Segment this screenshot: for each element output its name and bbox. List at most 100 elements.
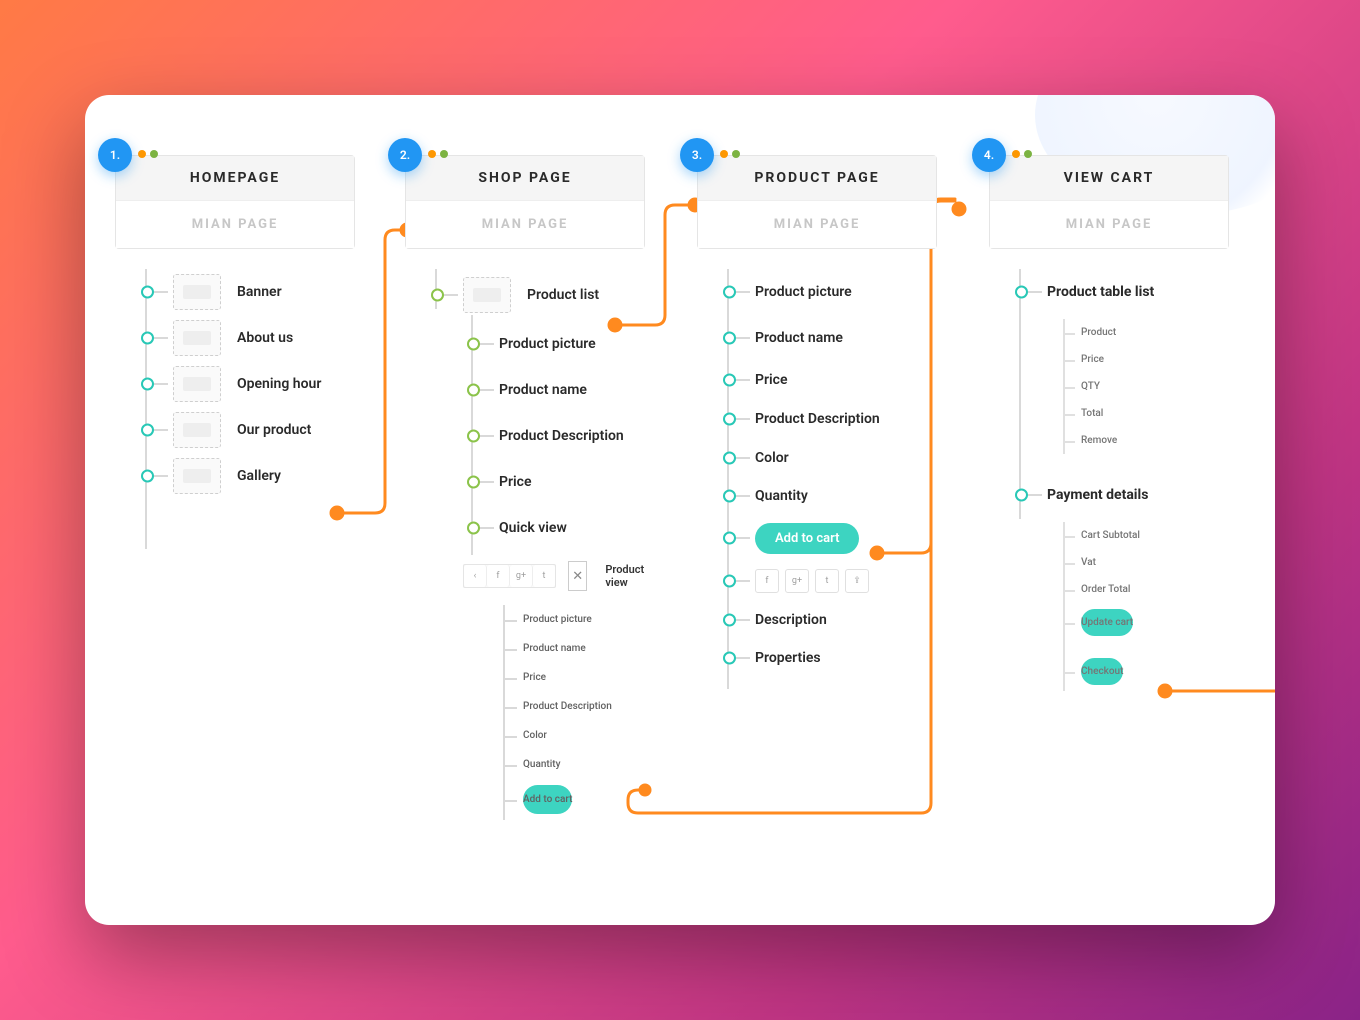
- item-label: Color: [755, 450, 789, 466]
- item-color[interactable]: Color: [697, 439, 937, 477]
- qv-item: Color: [523, 721, 645, 750]
- card-subtitle: MIAN PAGE: [990, 200, 1228, 248]
- thumb-icon: [173, 274, 221, 310]
- cart-list: Product table list Product Price QTY Tot…: [989, 269, 1229, 691]
- header-dots: [1012, 150, 1032, 158]
- item-quantity[interactable]: Quantity: [697, 477, 937, 515]
- step-badge: 3.: [680, 138, 714, 172]
- qv-item: Price: [523, 663, 645, 692]
- card-homepage[interactable]: 1. HOMEPAGE MIAN PAGE: [115, 155, 355, 249]
- thumb-icon: [463, 277, 511, 313]
- item-label: Properties: [755, 650, 821, 666]
- step-badge: 4.: [972, 138, 1006, 172]
- item-product-list[interactable]: Product list: [405, 269, 645, 321]
- item-gallery[interactable]: Gallery: [115, 453, 355, 499]
- item-label: Price: [499, 474, 532, 490]
- thumb-icon: [173, 366, 221, 402]
- google-plus-icon[interactable]: g+: [510, 565, 533, 587]
- section-product-table[interactable]: Product table list: [989, 269, 1229, 315]
- close-icon[interactable]: ✕: [568, 561, 587, 591]
- item-product-picture[interactable]: Product picture: [697, 269, 937, 315]
- item-add-to-cart: Add to cart: [697, 515, 937, 561]
- item-label: Quantity: [755, 488, 808, 504]
- item-label: Product Description: [755, 411, 880, 427]
- item-our-product[interactable]: Our product: [115, 407, 355, 453]
- item-product-name[interactable]: Product name: [441, 367, 645, 413]
- card-title: PRODUCT PAGE: [698, 156, 936, 200]
- qv-item: Product Description: [523, 692, 645, 721]
- card-shop[interactable]: 2. SHOP PAGE MIAN PAGE: [405, 155, 645, 249]
- item-label: Product name: [499, 382, 587, 398]
- pay-subtotal: Cart Subtotal: [1081, 522, 1229, 549]
- quickview-title: Product view: [605, 563, 645, 589]
- item-product-desc[interactable]: Product Description: [697, 399, 937, 439]
- table-columns: Product Price QTY Total Remove: [1063, 319, 1229, 454]
- item-label: About us: [237, 330, 293, 346]
- twitter-icon[interactable]: t: [533, 565, 555, 587]
- thumb-icon: [173, 458, 221, 494]
- pay-order-total: Order Total: [1081, 576, 1229, 603]
- payment-details: Cart Subtotal Vat Order Total Update car…: [1063, 522, 1229, 691]
- col-qty: QTY: [1081, 373, 1229, 400]
- facebook-icon[interactable]: f: [487, 565, 510, 587]
- col-total: Total: [1081, 400, 1229, 427]
- item-label: Quick view: [499, 520, 567, 536]
- step-badge: 1.: [98, 138, 132, 172]
- item-properties[interactable]: Properties: [697, 639, 937, 677]
- social-strip: ‹ f g+ t: [463, 564, 556, 588]
- add-to-cart-button[interactable]: Add to cart: [755, 523, 859, 554]
- card-title: HOMEPAGE: [116, 156, 354, 200]
- step-badge: 2.: [388, 138, 422, 172]
- card-subtitle: MIAN PAGE: [406, 200, 644, 248]
- section-label: Payment details: [1047, 487, 1148, 503]
- col-price: Price: [1081, 346, 1229, 373]
- share-icon[interactable]: ⇪: [845, 569, 869, 593]
- column-product: 3. PRODUCT PAGE MIAN PAGE Product pictur…: [697, 155, 937, 677]
- twitter-icon[interactable]: t: [815, 569, 839, 593]
- card-cart[interactable]: 4. VIEW CART MIAN PAGE: [989, 155, 1229, 249]
- column-shop: 2. SHOP PAGE MIAN PAGE Product list Prod…: [405, 155, 645, 820]
- section-label: Product table list: [1047, 284, 1154, 300]
- item-about[interactable]: About us: [115, 315, 355, 361]
- item-quick-view[interactable]: Quick view: [441, 505, 645, 551]
- card-title: SHOP PAGE: [406, 156, 644, 200]
- item-product-picture[interactable]: Product picture: [441, 321, 645, 367]
- diagram-canvas: 1. HOMEPAGE MIAN PAGE Banner About us Op…: [85, 95, 1275, 925]
- qv-item: Product name: [523, 634, 645, 663]
- header-dots: [138, 150, 158, 158]
- product-list: Product picture Product name Price Produ…: [697, 269, 937, 677]
- item-price[interactable]: Price: [697, 361, 937, 399]
- pay-vat: Vat: [1081, 549, 1229, 576]
- col-remove: Remove: [1081, 427, 1229, 454]
- column-homepage: 1. HOMEPAGE MIAN PAGE Banner About us Op…: [115, 155, 355, 499]
- facebook-icon[interactable]: f: [755, 569, 779, 593]
- card-subtitle: MIAN PAGE: [698, 200, 936, 248]
- item-product-desc[interactable]: Product Description: [441, 413, 645, 459]
- item-banner[interactable]: Banner: [115, 269, 355, 315]
- item-description[interactable]: Description: [697, 601, 937, 639]
- quickview-tree: Product picture Product name Price Produ…: [503, 605, 645, 820]
- card-subtitle: MIAN PAGE: [116, 200, 354, 248]
- thumb-icon: [173, 320, 221, 356]
- item-label: Gallery: [237, 468, 281, 484]
- qv-item: Product picture: [523, 605, 645, 634]
- item-price[interactable]: Price: [441, 459, 645, 505]
- chevron-left-icon[interactable]: ‹: [464, 565, 487, 587]
- qv-item: Quantity: [523, 750, 645, 779]
- thumb-icon: [173, 412, 221, 448]
- homepage-list: Banner About us Opening hour Our product…: [115, 269, 355, 499]
- item-label: Product Description: [499, 428, 624, 444]
- item-label: Description: [755, 612, 827, 628]
- add-to-cart-button[interactable]: Add to cart: [523, 785, 572, 814]
- checkout-button[interactable]: Checkout: [1081, 658, 1123, 685]
- google-plus-icon[interactable]: g+: [785, 569, 809, 593]
- item-product-name[interactable]: Product name: [697, 315, 937, 361]
- card-product[interactable]: 3. PRODUCT PAGE MIAN PAGE: [697, 155, 937, 249]
- section-payment[interactable]: Payment details: [989, 472, 1229, 518]
- quickview-block: ‹ f g+ t ✕ Product view Product picture …: [463, 561, 645, 820]
- item-hours[interactable]: Opening hour: [115, 361, 355, 407]
- item-label: Opening hour: [237, 376, 321, 392]
- item-label: Price: [755, 372, 788, 388]
- update-cart-button[interactable]: Update cart: [1081, 609, 1133, 636]
- card-title: VIEW CART: [990, 156, 1228, 200]
